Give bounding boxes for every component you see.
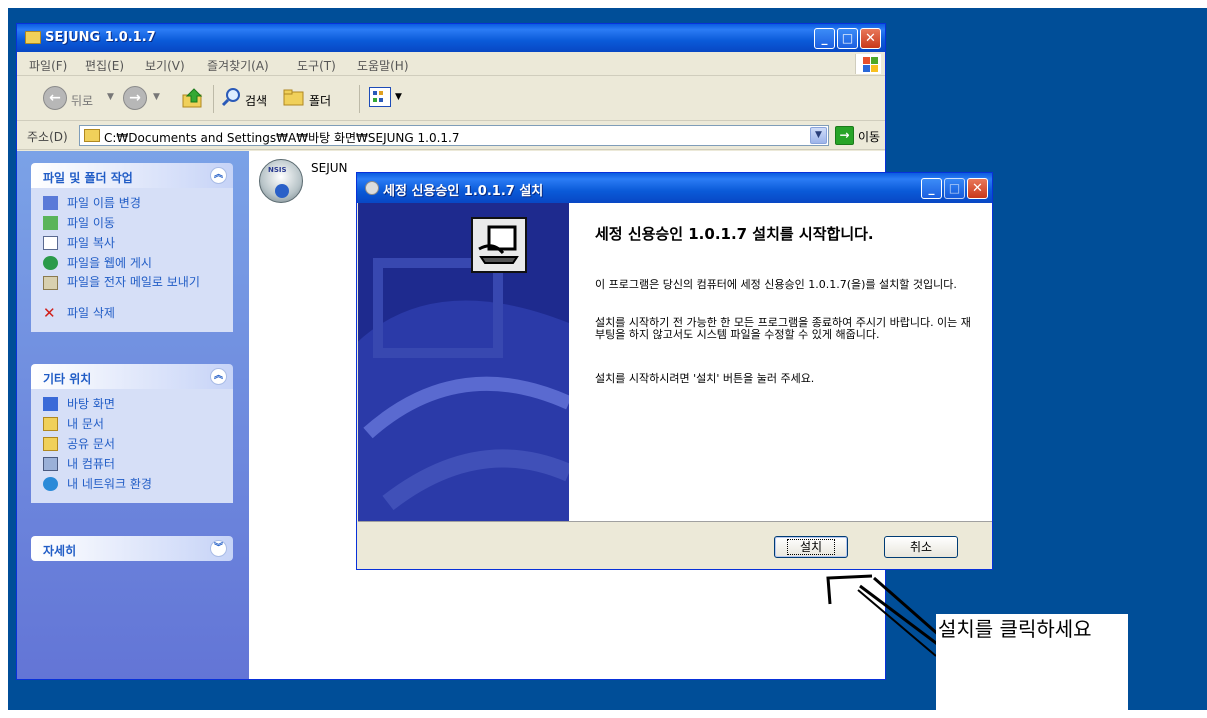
back-label[interactable]: 뒤로 [71, 92, 93, 109]
views-icon[interactable] [369, 87, 391, 107]
menu-help[interactable]: 도움말(H) [357, 57, 409, 74]
installer-title: 세정 신용승인 1.0.1.7 설치 [383, 184, 544, 199]
minimize-button[interactable]: _ [814, 28, 835, 49]
folders-icon[interactable] [283, 87, 305, 107]
place-desktop[interactable]: 바탕 화면 [31, 395, 233, 415]
menu-favorites[interactable]: 즐겨찾기(A) [207, 57, 269, 74]
explorer-titlebar[interactable]: SEJUNG 1.0.1.7 _ □ ✕ [17, 24, 885, 52]
folder-icon [84, 129, 100, 142]
installer-button-bar: 설치 취소 [358, 521, 992, 569]
installer-close-programs-text: 설치를 시작하기 전 가능한 한 모든 프로그램을 종료하여 주시기 바랍니다.… [595, 316, 971, 341]
copy-icon [43, 236, 58, 250]
menu-bar: 파일(F) 편집(E) 보기(V) 즐겨찾기(A) 도구(T) 도움말(H) [17, 52, 885, 76]
task-publish-web[interactable]: 파일을 웹에 게시 [31, 254, 233, 274]
chevron-down-icon[interactable]: ▼ [810, 127, 827, 144]
annotation-text: 설치를 클릭하세요 [938, 617, 1092, 641]
installer-icon [365, 181, 379, 195]
computer-install-icon [471, 217, 527, 273]
cancel-button[interactable]: 취소 [884, 536, 958, 558]
address-input[interactable]: C:₩Documents and Settings₩A₩바탕 화면₩SEJUNG… [79, 125, 829, 146]
back-arrow-icon[interactable]: ← [43, 86, 67, 110]
email-icon [43, 276, 58, 290]
download-arrow-icon [275, 184, 289, 198]
shared-folder-icon [43, 437, 58, 451]
task-copy[interactable]: 파일 복사 [31, 234, 233, 254]
installer-heading: 세정 신용승인 1.0.1.7 설치를 시작합니다. [595, 225, 874, 243]
annotation-arrow-icon [826, 574, 940, 657]
installer-instruction-text: 설치를 시작하시려면 '설치' 버튼을 눌러 주세요. [595, 372, 815, 385]
views-dropdown-icon[interactable]: ▼ [395, 92, 402, 102]
my-documents-icon [43, 417, 58, 431]
file-tasks-body: 파일 이름 변경 파일 이동 파일 복사 파일을 웹에 게시 파일을 전자 메일… [31, 188, 233, 332]
rename-icon [43, 196, 58, 210]
installer-file-name[interactable]: SEJUN [311, 161, 348, 175]
close-button[interactable]: ✕ [967, 178, 988, 199]
file-tasks-title: 파일 및 폴더 작업 [43, 171, 133, 185]
installer-dialog: 세정 신용승인 1.0.1.7 설치 _ □ ✕ 세정 신용승인 1.0.1.7… [356, 172, 993, 570]
place-my-computer[interactable]: 내 컴퓨터 [31, 455, 233, 475]
close-button[interactable]: ✕ [860, 28, 881, 49]
folder-up-icon[interactable] [181, 86, 205, 110]
details-panel: 자세히 ︾ [31, 536, 233, 561]
toolbar-separator [213, 85, 214, 113]
minimize-button[interactable]: _ [921, 178, 942, 199]
go-button[interactable]: 이동 [858, 128, 880, 145]
search-icon[interactable] [221, 87, 241, 107]
task-delete[interactable]: ✕ 파일 삭제 [31, 304, 233, 324]
toolbar-separator [359, 85, 360, 113]
installer-file-icon[interactable]: NSIS [259, 159, 303, 203]
forward-arrow-icon[interactable]: → [123, 86, 147, 110]
maximize-button[interactable]: □ [837, 28, 858, 49]
computer-icon [43, 457, 58, 471]
maximize-button: □ [944, 178, 965, 199]
forward-dropdown-icon[interactable]: ▼ [153, 92, 160, 102]
menu-tools[interactable]: 도구(T) [297, 57, 336, 74]
address-value[interactable]: C:₩Documents and Settings₩A₩바탕 화면₩SEJUNG… [104, 129, 460, 146]
address-label: 주소(D) [27, 130, 68, 144]
collapse-icon[interactable]: ︽ [210, 167, 227, 184]
search-label[interactable]: 검색 [245, 92, 267, 109]
collapse-icon[interactable]: ︽ [210, 368, 227, 385]
installer-side-banner [358, 203, 569, 521]
folders-label[interactable]: 폴더 [309, 92, 331, 109]
task-email[interactable]: 파일을 전자 메일로 보내기 [31, 274, 233, 304]
task-pane: 파일 및 폴더 작업 ︽ 파일 이름 변경 파일 이동 파일 복사 파일을 웹에… [17, 151, 249, 679]
file-tasks-panel: 파일 및 폴더 작업 ︽ 파일 이름 변경 파일 이동 파일 복사 파일을 웹에… [31, 163, 233, 332]
details-header[interactable]: 자세히 ︾ [31, 536, 233, 561]
explorer-title: SEJUNG 1.0.1.7 [45, 30, 156, 45]
installer-content: 세정 신용승인 1.0.1.7 설치를 시작합니다. 이 프로그램은 당신의 컴… [569, 203, 992, 521]
menu-file[interactable]: 파일(F) [29, 57, 67, 74]
details-title: 자세히 [43, 544, 77, 558]
file-tasks-header[interactable]: 파일 및 폴더 작업 ︽ [31, 163, 233, 188]
other-places-body: 바탕 화면 내 문서 공유 문서 내 컴퓨터 내 네트워크 환경 [31, 389, 233, 503]
place-shared-documents[interactable]: 공유 문서 [31, 435, 233, 455]
folder-icon [25, 31, 41, 44]
task-rename[interactable]: 파일 이름 변경 [31, 194, 233, 214]
move-icon [43, 216, 58, 230]
other-places-title: 기타 위치 [43, 372, 92, 386]
network-icon [43, 477, 58, 491]
other-places-header[interactable]: 기타 위치 ︽ [31, 364, 233, 389]
windows-logo-icon [855, 54, 881, 74]
menu-edit[interactable]: 편집(E) [85, 57, 124, 74]
installer-titlebar[interactable]: 세정 신용승인 1.0.1.7 설치 _ □ ✕ [357, 173, 992, 203]
globe-icon [43, 256, 58, 270]
annotation-callout: 설치를 클릭하세요 [936, 614, 1128, 716]
toolbar: ← 뒤로 ▼ → ▼ 검색 폴더 ▼ [17, 77, 885, 121]
place-my-documents[interactable]: 내 문서 [31, 415, 233, 435]
place-network[interactable]: 내 네트워크 환경 [31, 475, 233, 495]
task-move[interactable]: 파일 이동 [31, 214, 233, 234]
expand-icon[interactable]: ︾ [210, 540, 227, 557]
desktop-icon [43, 397, 58, 411]
other-places-panel: 기타 위치 ︽ 바탕 화면 내 문서 공유 문서 내 컴퓨터 내 네트워크 환경 [31, 364, 233, 503]
address-bar: 주소(D) C:₩Documents and Settings₩A₩바탕 화면₩… [17, 122, 885, 150]
install-button[interactable]: 설치 [774, 536, 848, 558]
installer-intro-text: 이 프로그램은 당신의 컴퓨터에 세정 신용승인 1.0.1.7(을)를 설치할… [595, 278, 957, 291]
go-arrow-icon[interactable]: → [835, 126, 854, 145]
delete-icon: ✕ [43, 304, 56, 322]
menu-view[interactable]: 보기(V) [145, 57, 185, 74]
back-dropdown-icon[interactable]: ▼ [107, 92, 114, 102]
